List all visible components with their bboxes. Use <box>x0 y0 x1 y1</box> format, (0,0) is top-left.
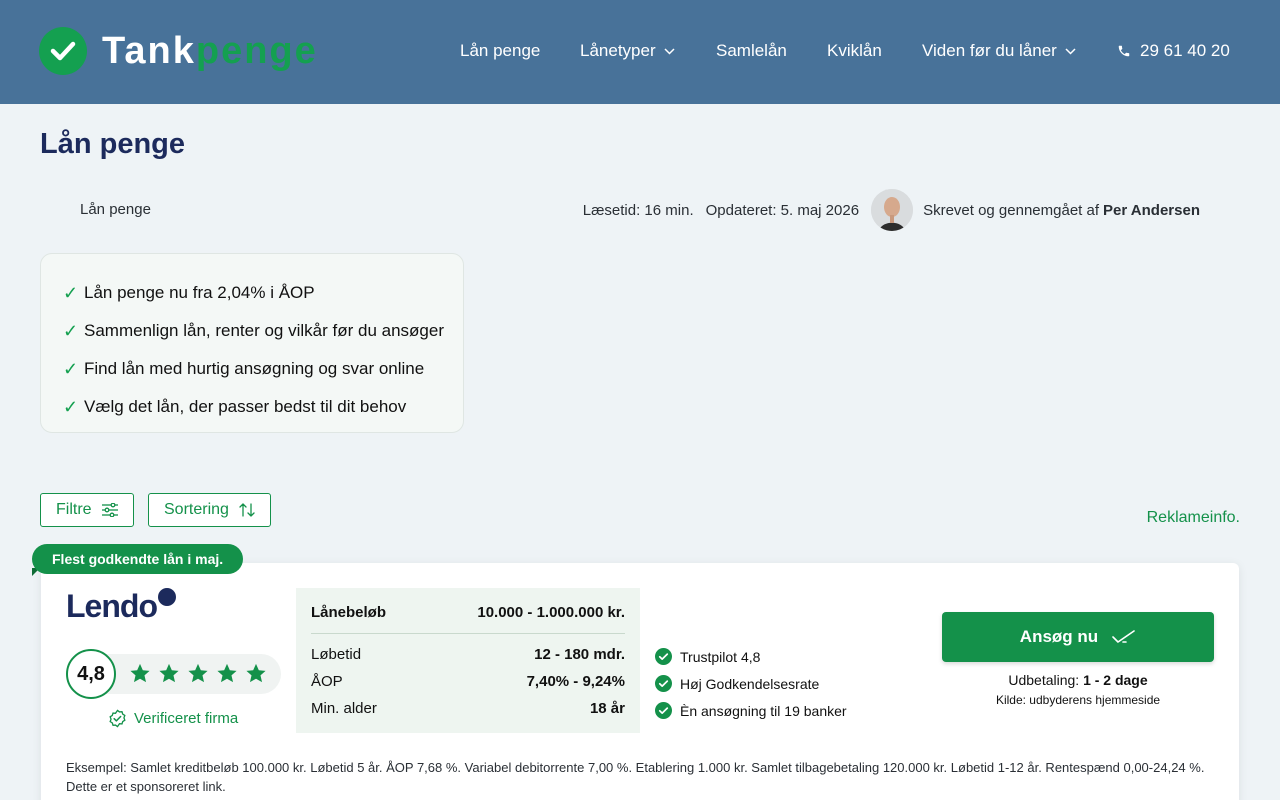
check-icon: ✓ <box>63 282 79 303</box>
lender-logo[interactable]: Lendo <box>66 588 176 624</box>
sort-button[interactable]: Sortering <box>148 493 271 527</box>
sort-label: Sortering <box>164 501 229 518</box>
source-note: Kilde: udbyderens hjemmeside <box>995 693 1161 707</box>
star-icon <box>246 663 266 683</box>
verified-icon <box>108 709 127 728</box>
benefit-item: ✓ Find lån med hurtig ansøgning og svar … <box>63 350 463 388</box>
nav-viden[interactable]: Viden før du låner <box>922 40 1076 62</box>
nav-lan-penge[interactable]: Lån penge <box>460 40 540 62</box>
benefit-item: ✓ Lån penge nu fra 2,04% i ÅOP <box>63 274 463 312</box>
logo-text: Tankpenge <box>102 27 318 75</box>
logo-mark-icon <box>157 588 176 606</box>
term-row: Min. alder 18 år <box>311 695 625 722</box>
star-icon <box>217 663 237 683</box>
term-label: Løbetid <box>311 646 362 663</box>
nav-kviklan[interactable]: Kviklån <box>827 40 882 62</box>
site-header: Tankpenge Lån penge Lånetyper Samlelån K… <box>0 0 1280 104</box>
check-icon: ✓ <box>63 358 79 379</box>
star-icon <box>188 663 208 683</box>
payout-label: Udbetaling: <box>1008 672 1080 688</box>
verified-badge: Verificeret firma <box>108 709 238 728</box>
apply-label: Ansøg nu <box>1019 627 1099 646</box>
nav-lanetyper[interactable]: Lånetyper <box>580 40 675 62</box>
apply-button[interactable]: Ansøg nu <box>942 612 1214 662</box>
feature-item: Høj Godkendelsesrate <box>655 670 847 697</box>
term-value: 18 år <box>589 700 625 717</box>
nav-label: Lånetyper <box>580 41 656 60</box>
nav-label: Samlelån <box>716 41 787 60</box>
read-time: Læsetid: 16 min. <box>582 201 694 219</box>
sponsored-note: Dette er et sponsoreret link. <box>66 779 226 794</box>
benefit-item: ✓ Vælg det lån, der passer bedst til dit… <box>63 388 463 426</box>
logo-text-secondary: penge <box>195 30 318 72</box>
term-label: ÅOP <box>311 673 343 690</box>
example-text: Eksempel: Samlet kreditbeløb 100.000 kr.… <box>66 760 1205 775</box>
term-row: Lånebeløb 10.000 - 1.000.000 kr. <box>311 588 625 634</box>
logo[interactable]: Tankpenge <box>39 27 318 75</box>
logo-text-primary: Tank <box>102 30 196 72</box>
star-icon <box>130 663 150 683</box>
sliders-icon <box>101 503 118 517</box>
term-label: Min. alder <box>311 700 377 717</box>
verified-text: Verificeret firma <box>134 710 239 727</box>
benefit-item: ✓ Sammenlign lån, renter og vilkår før d… <box>63 312 463 350</box>
feature-item: Trustpilot 4,8 <box>655 643 847 670</box>
payout-value: 1 - 2 dage <box>1083 672 1148 688</box>
phone-link[interactable]: 29 61 40 20 <box>1117 40 1230 62</box>
article-meta: Læsetid: 16 min. Opdateret: 5. maj 2026 … <box>583 189 1200 231</box>
phone-icon <box>1117 44 1131 58</box>
benefit-text: Sammenlign lån, renter og vilkår før du … <box>84 321 444 340</box>
check-circle-icon <box>655 648 672 665</box>
payout-info: Udbetaling: 1 - 2 dage <box>942 672 1214 688</box>
sort-arrows-icon <box>239 503 255 517</box>
term-value: 7,40% - 9,24% <box>526 673 625 690</box>
phone-number: 29 61 40 20 <box>1140 41 1230 60</box>
star-icon <box>159 663 179 683</box>
arrow-check-icon <box>1112 629 1136 645</box>
updated-date: Opdateret: 5. maj 2026 <box>705 201 860 219</box>
feature-text: Høj Godkendelsesrate <box>680 675 820 692</box>
logo-check-icon <box>39 27 87 75</box>
loan-terms: Lånebeløb 10.000 - 1.000.000 kr. Løbetid… <box>296 588 640 733</box>
feature-item: Èn ansøgning til 19 banker <box>655 697 847 724</box>
term-value: 12 - 180 mdr. <box>534 646 625 663</box>
term-row: ÅOP 7,40% - 9,24% <box>311 668 625 695</box>
benefit-text: Lån penge nu fra 2,04% i ÅOP <box>84 283 315 302</box>
page-title: Lån penge <box>40 128 186 160</box>
nav-label: Lån penge <box>460 41 541 60</box>
nav-samlelan[interactable]: Samlelån <box>716 40 787 62</box>
term-value: 10.000 - 1.000.000 kr. <box>477 604 625 621</box>
lender-name: Lendo <box>66 588 158 624</box>
top-badge: Flest godkendte lån i maj. <box>32 544 244 574</box>
filter-label: Filtre <box>56 501 92 518</box>
author-name[interactable]: Per Andersen <box>1103 202 1200 219</box>
term-label: Lånebeløb <box>311 604 387 621</box>
feature-text: Èn ansøgning til 19 banker <box>680 702 847 719</box>
check-icon: ✓ <box>63 396 79 417</box>
nav-label: Kviklån <box>827 41 882 60</box>
filter-button[interactable]: Filtre <box>40 493 134 527</box>
benefit-text: Find lån med hurtig ansøgning og svar on… <box>84 359 425 378</box>
ad-info-link[interactable]: Reklameinfo. <box>1147 509 1240 527</box>
avatar <box>871 189 914 231</box>
check-circle-icon <box>655 675 672 692</box>
check-circle-icon <box>655 702 672 719</box>
author-prefix: Skrevet og gennemgået af <box>923 201 1100 219</box>
benefit-text: Vælg det lån, der passer bedst til dit b… <box>84 397 407 416</box>
feature-text: Trustpilot 4,8 <box>680 648 761 665</box>
star-rating <box>129 663 267 684</box>
breadcrumb[interactable]: Lån penge <box>80 201 151 218</box>
nav-label: Viden før du låner <box>922 41 1057 60</box>
loan-example: Eksempel: Samlet kreditbeløb 100.000 kr.… <box>66 758 1216 796</box>
chevron-down-icon <box>664 47 675 55</box>
benefits-box: ✓ Lån penge nu fra 2,04% i ÅOP ✓ Sammenl… <box>40 253 464 433</box>
feature-list: Trustpilot 4,8 Høj Godkendelsesrate Èn a… <box>655 643 847 724</box>
check-icon: ✓ <box>63 320 79 341</box>
rating-score: 4,8 <box>66 649 116 699</box>
term-row: Løbetid 12 - 180 mdr. <box>311 641 625 668</box>
chevron-down-icon <box>1065 47 1076 55</box>
